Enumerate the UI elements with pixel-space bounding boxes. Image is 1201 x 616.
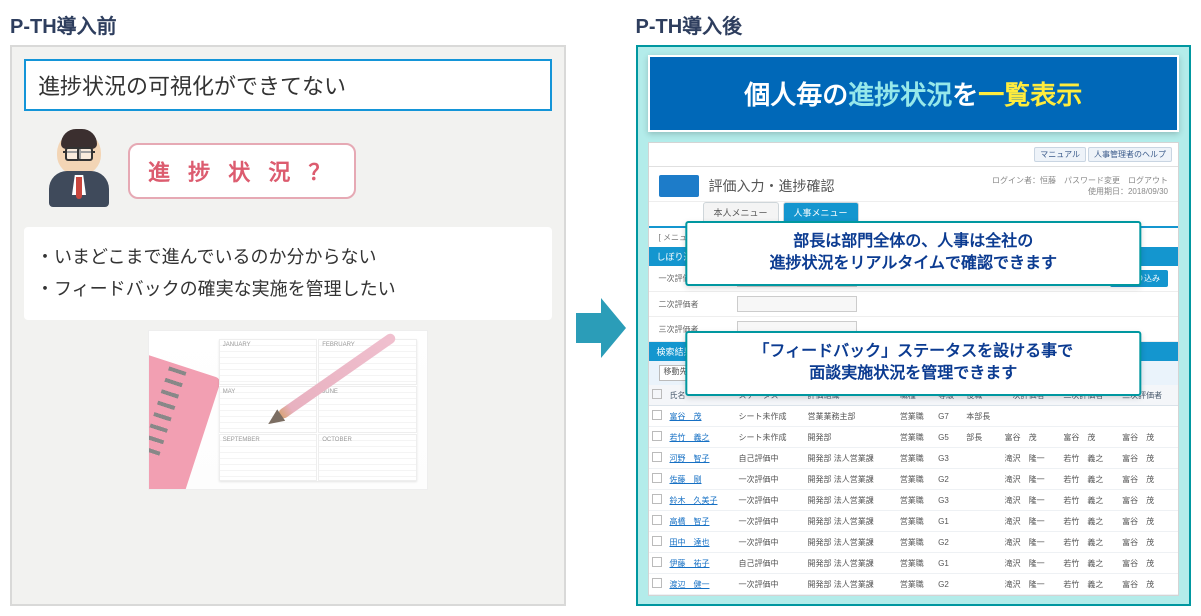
problem-statement: 進捗状況の可視化ができてない [24,59,552,111]
row-checkbox[interactable] [652,536,662,546]
left-panel-title: P-TH導入前 [10,10,566,39]
tab-hr[interactable]: 人事メニュー [783,202,859,222]
top-link-help[interactable]: 人事管理者のヘルプ [1088,147,1172,162]
tab-self[interactable]: 本人メニュー [703,202,779,222]
filter-select-2[interactable] [737,296,857,312]
top-link-manual[interactable]: マニュアル [1034,147,1086,162]
table-row: 佐藤 剛一次評価中開発部 法人営業課営業職G2滝沢 隆一若竹 義之富谷 茂 [649,469,1179,490]
app-screenshot: マニュアル 人事管理者のヘルプ 評価入力・進捗確認 ログイン者：恒藤 パスワード… [648,142,1180,596]
table-row: 渡辺 健一一次評価中開発部 法人営業課営業職G2滝沢 隆一若竹 義之富谷 茂 [649,574,1179,595]
row-checkbox[interactable] [652,578,662,588]
table-row: 伊藤 祐子自己評価中開発部 法人営業課営業職G1滝沢 隆一若竹 義之富谷 茂 [649,553,1179,574]
table-row: 富谷 茂シート未作成営業業務主部営業職G7本部長 [649,406,1179,427]
headline: 個人毎の進捗状況を一覧表示 [648,55,1180,132]
login-info: ログイン者：恒藤 パスワード変更 ログアウト 使用期日：2018/09/30 [992,175,1168,197]
overlay-note-2: 「フィードバック」ステータスを設ける事で 面談実施状況を管理できます [686,331,1141,396]
arrow-right-icon [576,298,626,358]
table-row: 高橋 智子一次評価中開発部 法人営業課営業職G1滝沢 隆一若竹 義之富谷 茂 [649,511,1179,532]
logo-icon [659,173,699,199]
table-row: 若竹 義之シート未作成開発部営業職G5部長富谷 茂富谷 茂富谷 茂 [649,427,1179,448]
row-checkbox[interactable] [652,452,662,462]
result-table: 氏名ステータス評価組織職種等級役職一次評価者二次評価者三次評価者 富谷 茂シート… [649,385,1179,595]
right-panel-title: P-TH導入後 [636,10,1192,39]
overlay-note-1: 部長は部門全体の、人事は全社の 進捗状況をリアルタイムで確認できます [686,221,1141,286]
row-checkbox[interactable] [652,494,662,504]
row-checkbox[interactable] [652,515,662,525]
row-checkbox[interactable] [652,410,662,420]
bullet-1: ・いまどこまで進んでいるのか分からない [36,241,540,273]
problem-bullets: ・いまどこまで進んでいるのか分からない ・フィードバックの確実な実施を管理したい [24,227,552,320]
calendar-illustration: JANUARY FEBRUARY MAY JUNE SEPTEMBER OCTO… [148,330,428,490]
table-row: 田中 達也一次評価中開発部 法人営業課営業職G2滝沢 隆一若竹 義之富谷 茂 [649,532,1179,553]
bullet-2: ・フィードバックの確実な実施を管理したい [36,273,540,305]
table-row: 河野 智子自己評価中開発部 法人営業課営業職G3滝沢 隆一若竹 義之富谷 茂 [649,448,1179,469]
status-question-bubble: 進 捗 状 況 ？ [128,143,356,199]
row-checkbox[interactable] [652,473,662,483]
table-row: 鈴木 久美子一次評価中開発部 法人営業課営業職G3滝沢 隆一若竹 義之富谷 茂 [649,490,1179,511]
person-icon [44,131,114,211]
row-checkbox[interactable] [652,431,662,441]
app-title: 評価入力・進捗確認 [709,176,835,196]
